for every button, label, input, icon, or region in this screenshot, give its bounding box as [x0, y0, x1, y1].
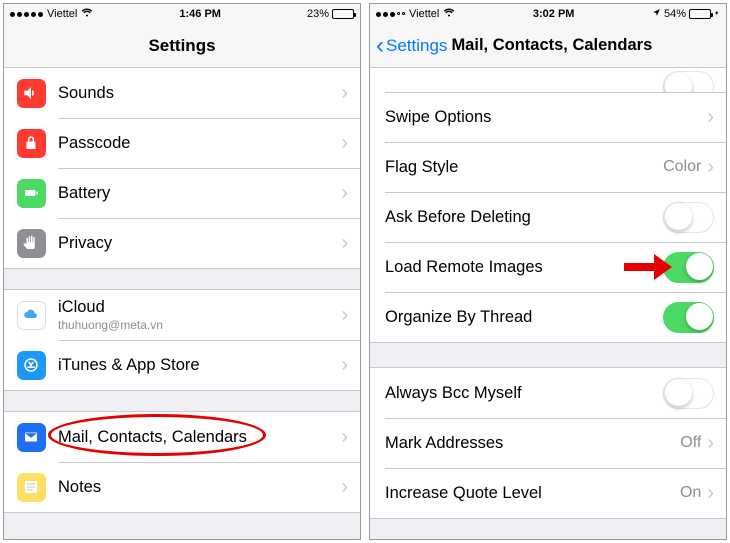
row-label: Privacy	[58, 234, 341, 253]
settings-row-increase-quote[interactable]: Increase Quote Level On ›	[370, 468, 726, 518]
clock-label: 3:02 PM	[455, 8, 652, 20]
row-label: Organize By Thread	[370, 308, 663, 327]
row-label: Ask Before Deleting	[370, 208, 663, 227]
battery-percent-label: 23%	[307, 8, 329, 20]
settings-list[interactable]: Sounds › Passcode › Battery ›	[4, 68, 360, 513]
settings-row-flag-style[interactable]: Flag Style Color ›	[370, 142, 726, 192]
signal-dots-icon	[376, 12, 405, 17]
settings-row-organize-by-thread[interactable]: Organize By Thread	[370, 292, 726, 342]
phone-right: Viettel 3:02 PM 54% ‹ Settings	[369, 3, 727, 540]
toggle-switch[interactable]	[663, 202, 714, 233]
settings-row-mail[interactable]: Mail, Contacts, Calendars ›	[4, 412, 360, 462]
cloud-icon	[17, 301, 46, 330]
charging-icon	[714, 8, 720, 21]
settings-row-mark-addresses[interactable]: Mark Addresses Off ›	[370, 418, 726, 468]
chevron-right-icon: ›	[707, 433, 714, 453]
row-label: Battery	[58, 184, 341, 203]
settings-row-notes[interactable]: Notes ›	[4, 462, 360, 512]
settings-row-privacy[interactable]: Privacy ›	[4, 218, 360, 268]
toggle-switch[interactable]	[663, 252, 714, 283]
chevron-right-icon: ›	[341, 133, 348, 153]
chevron-right-icon: ›	[341, 427, 348, 447]
row-label: Passcode	[58, 134, 341, 153]
settings-row-partial[interactable]	[370, 68, 726, 92]
navbar: ‹ Settings Mail, Contacts, Calendars	[370, 24, 726, 68]
chevron-right-icon: ›	[707, 157, 714, 177]
carrier-label: Viettel	[47, 8, 77, 20]
mail-settings-list[interactable]: Swipe Options › Flag Style Color › Ask B…	[370, 68, 726, 519]
page-title: Settings	[4, 36, 360, 56]
clock-label: 1:46 PM	[93, 8, 307, 20]
back-label: Settings	[386, 36, 447, 56]
chevron-right-icon: ›	[707, 483, 714, 503]
chevron-right-icon: ›	[341, 477, 348, 497]
lock-icon	[17, 129, 46, 158]
settings-row-passcode[interactable]: Passcode ›	[4, 118, 360, 168]
row-detail: On	[680, 484, 701, 502]
settings-row-icloud[interactable]: iCloud thuhuong@meta.vn ›	[4, 290, 360, 340]
toggle-switch[interactable]	[663, 378, 714, 409]
settings-row-itunes[interactable]: iTunes & App Store ›	[4, 340, 360, 390]
wifi-icon	[443, 8, 455, 20]
row-label: Load Remote Images	[370, 258, 663, 277]
navbar: Settings	[4, 24, 360, 68]
toggle-switch[interactable]	[663, 302, 714, 333]
chevron-right-icon: ›	[341, 355, 348, 375]
row-detail: Off	[680, 434, 701, 452]
battery-icon	[17, 179, 46, 208]
row-label: Flag Style	[370, 158, 663, 177]
page-title: Mail, Contacts, Calendars	[451, 36, 726, 55]
settings-row-ask-before-deleting[interactable]: Ask Before Deleting	[370, 192, 726, 242]
row-label: iTunes & App Store	[58, 356, 341, 375]
row-sublabel: thuhuong@meta.vn	[58, 318, 341, 332]
row-label: Swipe Options	[370, 108, 707, 127]
signal-dots-icon	[10, 12, 43, 17]
chevron-right-icon: ›	[707, 107, 714, 127]
appstore-icon	[17, 351, 46, 380]
settings-row-battery[interactable]: Battery ›	[4, 168, 360, 218]
chevron-right-icon: ›	[341, 183, 348, 203]
settings-row-swipe-options[interactable]: Swipe Options ›	[370, 92, 726, 142]
notes-icon	[17, 473, 46, 502]
sounds-icon	[17, 79, 46, 108]
status-bar: Viettel 3:02 PM 54%	[370, 4, 726, 24]
wifi-icon	[81, 8, 93, 20]
phone-left: Viettel 1:46 PM 23% Settings So	[3, 3, 361, 540]
carrier-label: Viettel	[409, 8, 439, 20]
hand-icon	[17, 229, 46, 258]
chevron-left-icon: ‹	[376, 34, 384, 58]
settings-row-always-bcc[interactable]: Always Bcc Myself	[370, 368, 726, 418]
row-label: iCloud	[58, 298, 341, 317]
chevron-right-icon: ›	[341, 83, 348, 103]
chevron-right-icon: ›	[341, 305, 348, 325]
battery-percent-label: 54%	[664, 8, 686, 20]
row-label: Notes	[58, 478, 341, 497]
row-label: Mail, Contacts, Calendars	[58, 428, 341, 447]
settings-row-load-remote-images[interactable]: Load Remote Images	[370, 242, 726, 292]
toggle-switch[interactable]	[663, 71, 714, 92]
location-icon	[652, 8, 661, 20]
mail-icon	[17, 423, 46, 452]
chevron-right-icon: ›	[341, 233, 348, 253]
status-bar: Viettel 1:46 PM 23%	[4, 4, 360, 24]
back-button[interactable]: ‹ Settings	[370, 34, 447, 58]
row-label: Always Bcc Myself	[370, 384, 663, 403]
settings-row-sounds[interactable]: Sounds ›	[4, 68, 360, 118]
battery-icon	[332, 9, 354, 19]
row-label: Mark Addresses	[370, 434, 680, 453]
row-label: Increase Quote Level	[370, 484, 680, 503]
battery-icon	[689, 9, 711, 19]
row-detail: Color	[663, 158, 701, 176]
row-label: Sounds	[58, 84, 341, 103]
